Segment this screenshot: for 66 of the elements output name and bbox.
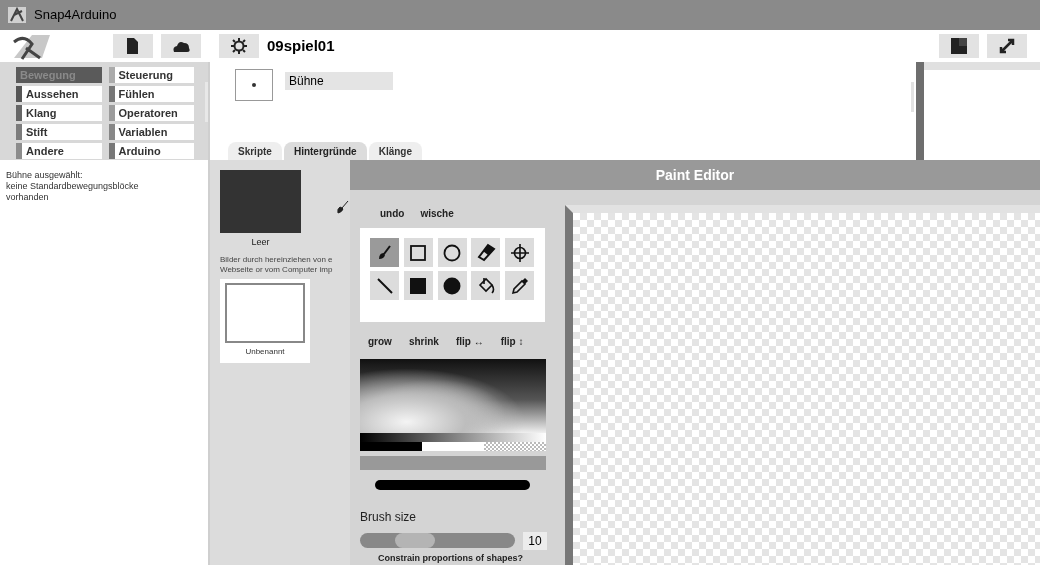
circle-icon <box>442 242 463 263</box>
stage-size-button[interactable] <box>939 34 979 58</box>
cloud-button[interactable] <box>161 34 201 58</box>
color-swatch[interactable] <box>422 442 484 452</box>
rectangle-icon <box>408 242 429 263</box>
tool-button[interactable] <box>437 238 467 268</box>
tool-button[interactable] <box>437 271 467 301</box>
transparent-swatch[interactable] <box>484 442 546 452</box>
stage-size-icon <box>951 38 967 54</box>
category-button[interactable]: Klang <box>16 105 102 121</box>
eraser-icon <box>475 242 496 263</box>
tool-button[interactable] <box>505 271 535 301</box>
tool-button[interactable] <box>403 238 433 268</box>
project-name: 09spiel01 <box>267 35 335 56</box>
crosshair-icon <box>509 242 530 263</box>
costume-name: Unbenannt <box>245 345 285 358</box>
category-button[interactable]: Variablen <box>108 124 194 140</box>
line-icon <box>374 275 395 296</box>
costume-label: Leer <box>250 236 271 249</box>
brush-size-field[interactable]: 10 <box>523 531 547 550</box>
tool-button[interactable] <box>370 238 399 268</box>
tab[interactable]: Klänge <box>368 142 423 160</box>
transform-button[interactable]: shrink <box>408 334 439 349</box>
category-button[interactable]: Steuerung <box>108 67 194 83</box>
category-button[interactable]: Stift <box>16 124 102 140</box>
constrain-label: Constrain proportions of shapes? <box>378 551 524 565</box>
settings-icon <box>229 36 249 56</box>
stage-thumbnail[interactable] <box>235 69 273 101</box>
action-button[interactable]: wische <box>420 206 454 220</box>
transform-button[interactable]: grow <box>368 334 392 349</box>
tool-button[interactable] <box>471 271 501 301</box>
expand-icon <box>999 38 1015 54</box>
dialog-title: Paint Editor <box>350 160 1040 190</box>
category-button[interactable]: Arduino <box>108 143 194 159</box>
tab[interactable]: Skripte <box>228 142 282 160</box>
tab[interactable]: Hintergründe <box>283 142 367 160</box>
tool-button[interactable] <box>471 238 501 268</box>
tool-button[interactable] <box>370 271 399 301</box>
category-button[interactable]: Aussehen <box>16 86 102 102</box>
settings-button[interactable] <box>219 34 259 58</box>
category-button[interactable]: Andere <box>16 143 102 159</box>
window-title: Snap4Arduino <box>34 6 117 25</box>
action-button[interactable]: undo <box>380 206 405 220</box>
category-button[interactable]: Fühlen <box>108 86 194 102</box>
brush-size-label: Brush size <box>360 508 418 526</box>
filled-circle-icon <box>442 275 463 296</box>
tool-button[interactable] <box>505 238 535 268</box>
palette-message: Bühne ausgewählt: keine Standardbewegungsblöcke vorhanden <box>5 169 140 203</box>
filled-square-icon <box>408 275 429 296</box>
category-button[interactable]: Operatoren <box>108 105 194 121</box>
slider-thumb[interactable] <box>394 533 435 549</box>
transform-button[interactable]: flip ↔ <box>455 334 484 349</box>
color-swatch[interactable] <box>360 442 422 452</box>
sprite-name-field[interactable]: Bühne <box>285 72 393 90</box>
grayscale-bar[interactable] <box>360 432 546 443</box>
transform-button[interactable]: flip ↕ <box>500 334 524 349</box>
file-button[interactable] <box>113 34 153 58</box>
brush-icon <box>337 200 349 214</box>
color-palette[interactable] <box>360 358 546 433</box>
import-hint: Bilder durch hereinziehen von e Webseite or vom Computer imp <box>220 254 334 275</box>
slider-track[interactable] <box>360 533 515 549</box>
tool-button[interactable] <box>403 271 433 301</box>
costume-card[interactable]: Unbenannt <box>220 278 310 363</box>
app-icon <box>8 7 26 23</box>
fullscreen-button[interactable] <box>987 34 1027 58</box>
eyedropper-icon <box>509 275 530 296</box>
